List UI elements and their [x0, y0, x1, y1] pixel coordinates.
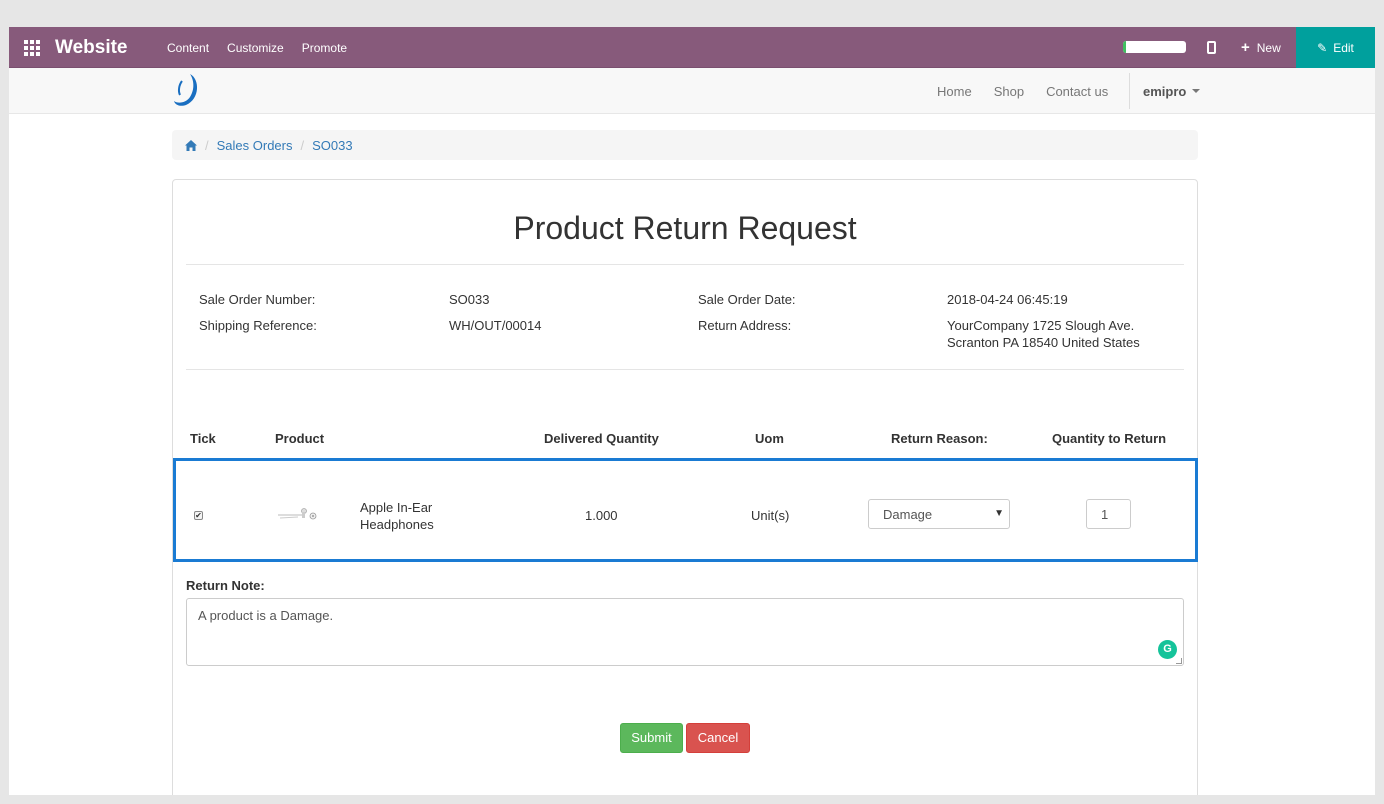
home-icon[interactable]	[185, 139, 197, 151]
edit-button[interactable]: ✎ Edit	[1296, 27, 1375, 68]
shipping-reference-value: WH/OUT/00014	[449, 318, 542, 333]
nav-links: Home Shop Contact us	[926, 68, 1119, 114]
return-address-value: YourCompany 1725 Slough Ave. Scranton PA…	[947, 317, 1140, 351]
column-header-tick: Tick	[190, 431, 216, 446]
return-note-label: Return Note:	[186, 578, 265, 593]
caret-down-icon	[1192, 89, 1201, 93]
delivered-quantity: 1.000	[585, 508, 618, 523]
progress-bar-fill	[1123, 41, 1127, 53]
return-address-line: YourCompany 1725 Slough Ave.	[947, 318, 1135, 333]
sale-order-date-value: 2018-04-24 06:45:19	[947, 292, 1068, 307]
return-request-panel: Product Return Request Sale Order Number…	[172, 179, 1198, 795]
nav-contact-us[interactable]: Contact us	[1035, 84, 1119, 99]
column-header-quantity-to-return: Quantity to Return	[1052, 431, 1167, 446]
admin-menu: Content Customize Promote	[158, 27, 356, 68]
return-note-textarea[interactable]: A product is a Damage. G	[186, 598, 1184, 666]
progress-bar	[1123, 41, 1186, 53]
browser-page: Website Content Customize Promote + New …	[9, 27, 1375, 795]
return-address-line: Scranton PA 18540 United States	[947, 335, 1140, 350]
cancel-button[interactable]: Cancel	[686, 723, 750, 753]
app-brand: Website	[55, 37, 128, 58]
nav-divider	[1129, 73, 1130, 109]
column-header-delivered-quantity: Delivered Quantity	[544, 431, 659, 446]
sale-order-number-value: SO033	[449, 292, 490, 307]
user-name: emipro	[1143, 83, 1187, 99]
return-address-label: Return Address:	[698, 318, 792, 333]
shipping-reference-label: Shipping Reference:	[199, 318, 317, 333]
product-image[interactable]	[276, 503, 322, 525]
sale-order-date-label: Sale Order Date:	[698, 292, 796, 307]
page-title: Product Return Request	[513, 210, 857, 246]
breadcrumb-order[interactable]: SO033	[312, 138, 352, 153]
menu-promote[interactable]: Promote	[293, 41, 356, 55]
nav-home[interactable]: Home	[926, 84, 983, 99]
return-reason-value: Damage	[883, 507, 933, 522]
user-menu[interactable]: emipro	[1143, 68, 1201, 114]
company-logo[interactable]	[170, 71, 204, 111]
breadcrumb-separator: /	[205, 137, 209, 153]
menu-customize[interactable]: Customize	[218, 41, 293, 55]
apps-grid-icon[interactable]	[24, 40, 40, 56]
breadcrumb: / Sales Orders / SO033	[172, 130, 1198, 160]
dropdown-arrow-icon: ▼	[994, 508, 1004, 519]
nav-shop[interactable]: Shop	[983, 84, 1035, 99]
pencil-icon: ✎	[1317, 40, 1328, 55]
new-button[interactable]: + New	[1241, 27, 1281, 68]
quantity-to-return-input[interactable]: 1	[1086, 499, 1131, 529]
mobile-preview-icon[interactable]	[1207, 41, 1216, 54]
new-button-label: New	[1256, 40, 1281, 55]
column-header-uom: Uom	[755, 431, 784, 446]
grammarly-icon[interactable]: G	[1158, 640, 1177, 659]
column-header-return-reason: Return Reason:	[891, 431, 988, 446]
sale-order-number-label: Sale Order Number:	[199, 292, 316, 307]
website-navbar: Home Shop Contact us emipro	[9, 68, 1375, 114]
resize-handle-icon[interactable]	[1176, 658, 1182, 664]
product-name-line: Apple In-Ear	[360, 500, 433, 515]
admin-bar: Website Content Customize Promote + New …	[9, 27, 1375, 68]
breadcrumb-sales-orders[interactable]: Sales Orders	[217, 138, 293, 153]
divider	[186, 369, 1184, 370]
submit-button[interactable]: Submit	[620, 723, 683, 753]
column-header-product: Product	[275, 431, 325, 446]
edit-button-label: Edit	[1333, 40, 1354, 55]
uom-value: Unit(s)	[751, 508, 790, 523]
menu-content[interactable]: Content	[158, 41, 218, 55]
breadcrumb-separator: /	[300, 137, 305, 153]
product-name: Apple In-Ear Headphones	[360, 499, 434, 533]
table-row: ✔ Apple In-Ear Headphones 1.000 Unit(s) …	[173, 458, 1198, 562]
product-name-line: Headphones	[360, 517, 434, 532]
return-reason-select[interactable]: Damage ▼	[868, 499, 1010, 529]
plus-icon: +	[1241, 39, 1250, 56]
return-note-text: A product is a Damage.	[198, 608, 334, 623]
tick-checkbox[interactable]: ✔	[194, 511, 203, 520]
divider	[186, 264, 1184, 265]
